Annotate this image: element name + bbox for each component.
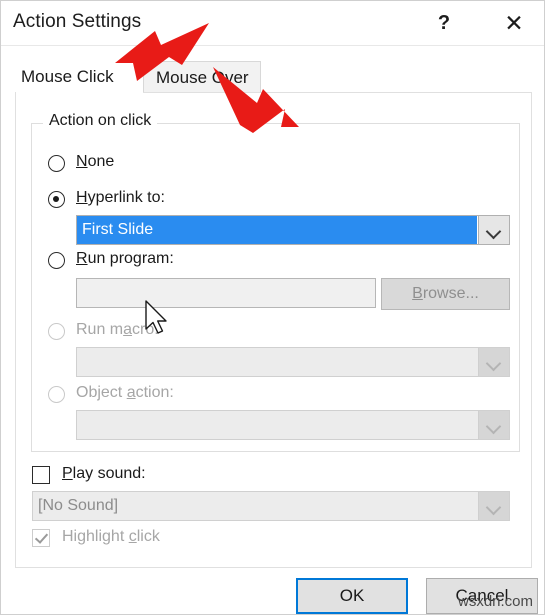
radio-object-action [48,386,65,403]
checkbox-play-sound[interactable] [32,466,50,484]
radio-label-object-action-pre: Object [76,384,127,401]
title-separator [1,45,544,46]
radio-label-run-macro-rest: cro: [132,321,159,338]
radio-label-hyperlink-rest: yperlink to: [87,189,165,206]
watermark: wsxdn.com [458,593,534,610]
object-action-value [77,411,477,439]
chevron-down-icon-hyperlink[interactable] [478,216,509,244]
play-sound-value: [No Sound] [38,497,119,514]
chevron-down-icon-run-macro [478,348,509,376]
accel-key-none: N [76,153,88,170]
browse-button[interactable]: Browse... [381,278,510,310]
help-icon[interactable]: ? [421,3,467,43]
radio-label-run-macro: Run macro: [76,321,159,339]
radio-hyperlink-to[interactable] [48,191,65,208]
accel-key-play-sound: P [62,465,73,482]
radio-run-program[interactable] [48,252,65,269]
play-sound-combobox: [No Sound] [32,491,510,521]
checkbox-label-highlight-click-rest: lick [136,528,160,545]
accel-key-object-action: a [126,384,136,401]
checkbox-highlight-click [32,529,50,547]
run-macro-value [77,348,477,376]
accel-key-highlight-click: c [128,528,137,545]
action-settings-dialog: Action Settings ? ✕ Mouse Click Mouse Ov… [0,0,545,615]
chevron-down-icon-play-sound [478,492,509,520]
tab-active-merge-strip [16,91,143,94]
browse-button-rest: rowse... [422,285,479,302]
checkbox-label-play-sound-rest: lay sound: [72,465,146,482]
tab-strip: Mouse Click Mouse Over [15,61,532,93]
object-action-combobox [76,410,510,440]
checkbox-label-highlight-click-pre: Highlight [62,528,129,545]
accel-key-run-program: R [76,250,88,267]
radio-label-run-program-rest: un program: [87,250,174,267]
accel-key-browse: B [412,285,423,302]
run-program-input[interactable] [76,278,376,308]
run-macro-combobox [76,347,510,377]
ok-button[interactable]: OK [296,578,408,614]
radio-label-hyperlink-to: Hyperlink to: [76,189,165,207]
title-bar: Action Settings ? ✕ [1,1,544,45]
action-on-click-legend: Action on click [43,112,158,130]
radio-label-object-action: Object action: [76,384,174,402]
radio-label-run-program: Run program: [76,250,174,268]
checkbox-label-play-sound: Play sound: [62,465,146,483]
hyperlink-target-combobox[interactable]: First Slide [76,215,510,245]
window-title: Action Settings [13,11,142,32]
radio-label-none: None [76,153,114,171]
radio-run-macro [48,323,65,340]
accel-key-run-macro: a [123,321,133,338]
hyperlink-target-value: First Slide [77,216,477,244]
tab-mouse-click[interactable]: Mouse Click [15,61,143,93]
accel-key-hyperlink: H [76,189,88,206]
chevron-down-icon-object-action [478,411,509,439]
radio-label-run-macro-pre: Run m [76,321,124,338]
tab-mouse-over[interactable]: Mouse Over [143,61,261,93]
radio-label-none-rest: one [87,153,115,170]
radio-label-object-action-rest: ction: [135,384,174,401]
checkbox-label-highlight-click: Highlight click [62,528,160,546]
radio-none[interactable] [48,155,65,172]
close-icon[interactable]: ✕ [491,3,537,43]
